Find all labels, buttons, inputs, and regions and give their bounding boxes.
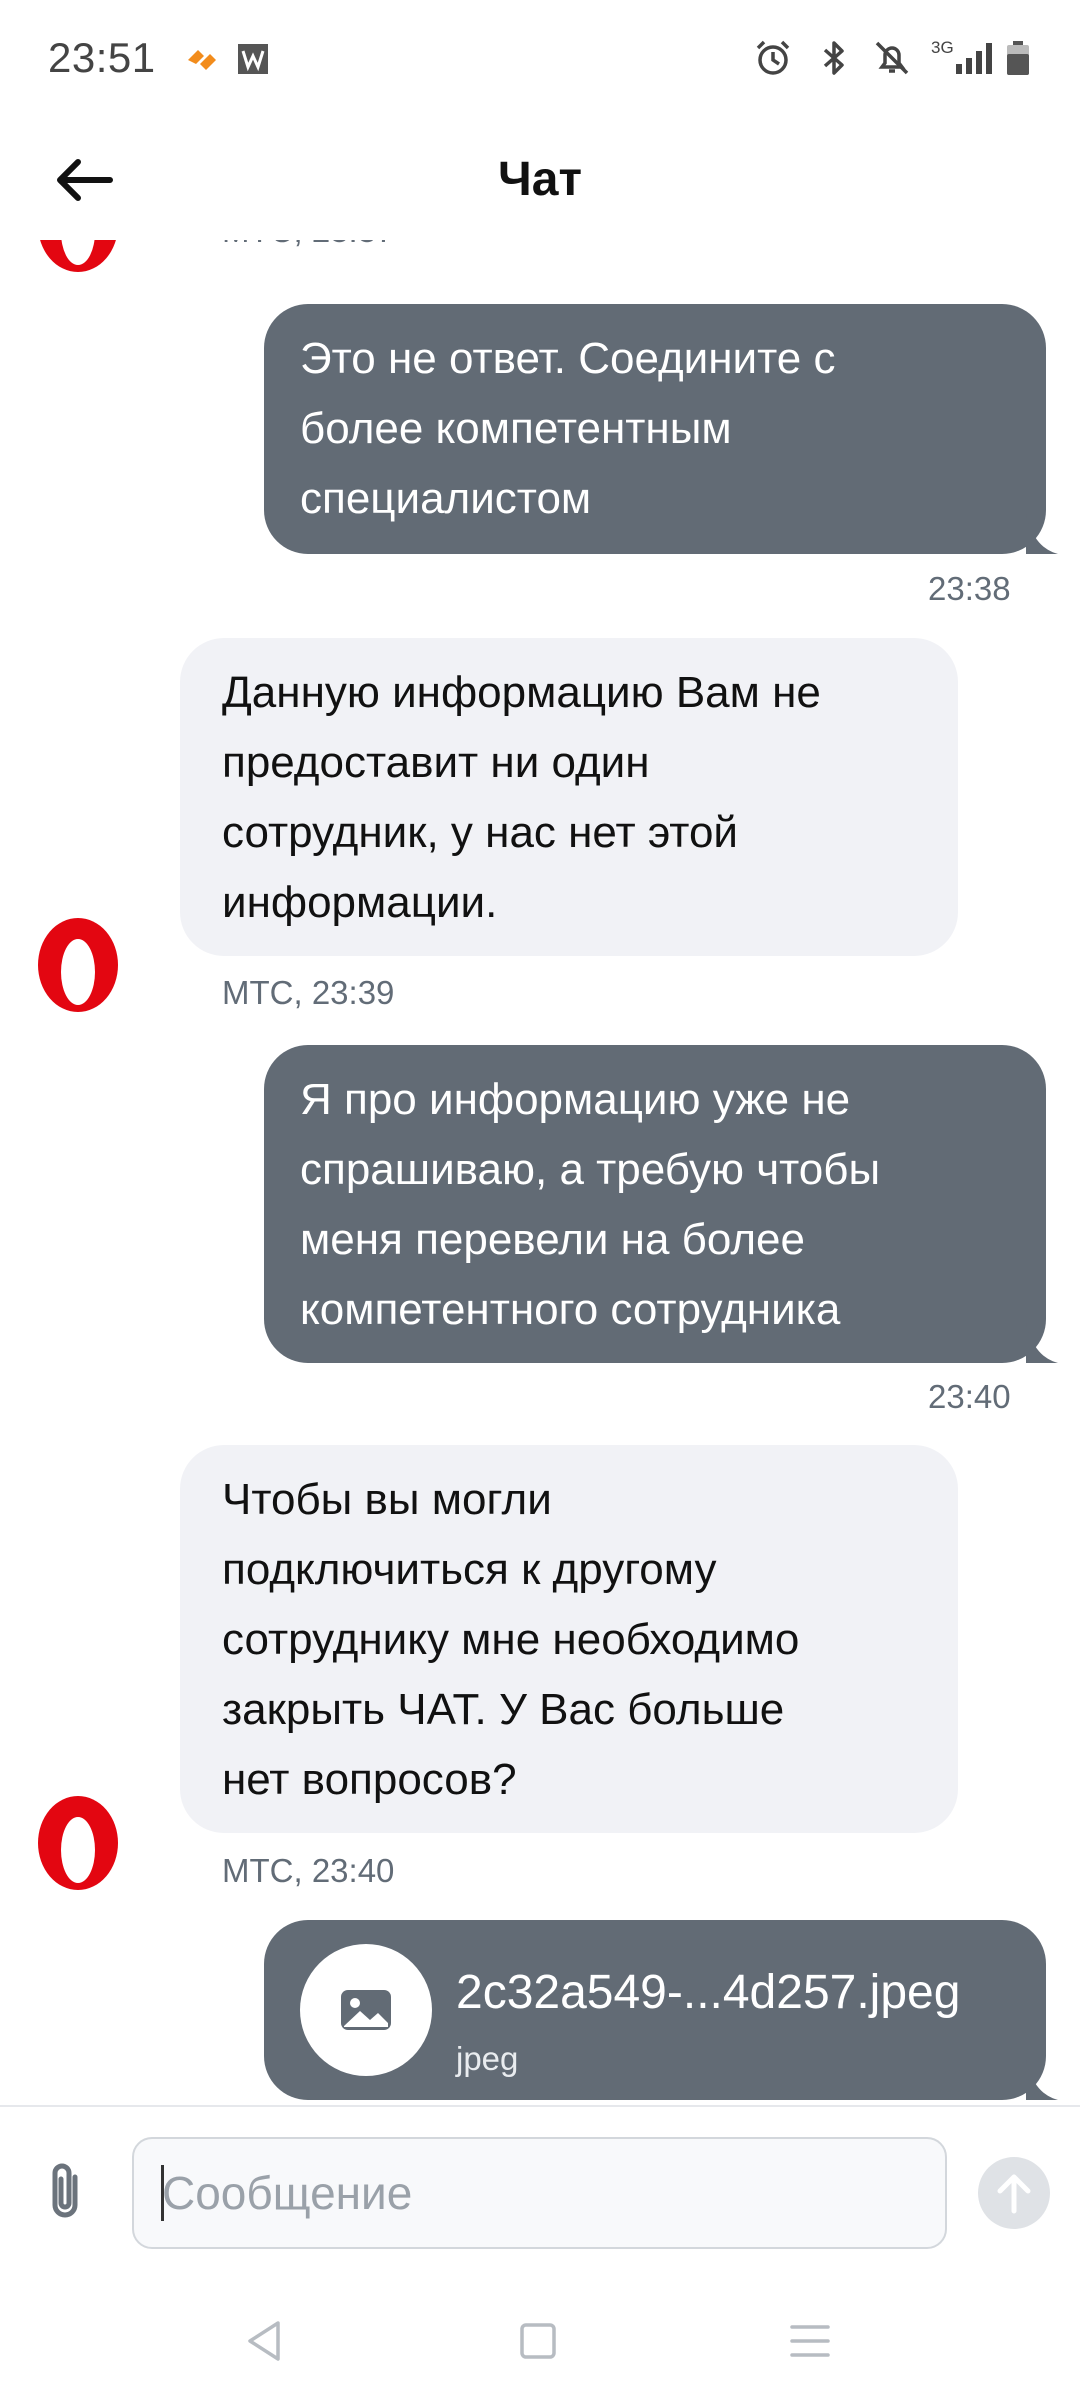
bubble-tail bbox=[1026, 1323, 1058, 1363]
mts-avatar bbox=[23, 910, 133, 1020]
bluetooth-icon bbox=[823, 41, 844, 75]
menu-icon bbox=[790, 2325, 830, 2357]
outgoing-attachment[interactable]: 2c32a549-...4d257.jpeg jpeg bbox=[264, 1920, 1046, 2100]
text-cursor bbox=[161, 2165, 164, 2221]
notification-app-icon bbox=[188, 50, 216, 70]
network-type-label: 3G bbox=[931, 38, 954, 57]
nav-menu-button[interactable] bbox=[780, 2311, 840, 2371]
message-input[interactable] bbox=[132, 2137, 947, 2249]
send-button[interactable] bbox=[978, 2157, 1050, 2229]
attachment-thumbnail[interactable] bbox=[300, 1944, 432, 2076]
message-meta: МТС, 23:39 bbox=[222, 974, 395, 1011]
chat-messages[interactable]: МТС, 23:37 Это не ответ. Соедините с бол… bbox=[0, 240, 1080, 2105]
system-nav-bar bbox=[0, 2275, 1080, 2408]
bubble-tail bbox=[1026, 514, 1058, 554]
message-text: Я про информацию уже не спрашиваю, а тре… bbox=[300, 1075, 881, 1334]
attachment-file-type: jpeg bbox=[456, 2040, 519, 2077]
message-composer bbox=[0, 2105, 1080, 2275]
attachment-file-name: 2c32a549-...4d257.jpeg bbox=[456, 1966, 961, 2019]
mts-avatar bbox=[23, 240, 133, 280]
nav-back-button[interactable] bbox=[234, 2311, 294, 2371]
page-title: Чат bbox=[498, 153, 582, 206]
incoming-message[interactable]: Данную информацию Вам не предоставит ни … bbox=[180, 638, 958, 956]
triangle-back-icon bbox=[248, 2321, 280, 2361]
battery-icon bbox=[1007, 41, 1029, 75]
incoming-message[interactable]: Чтобы вы могли подключиться к другому со… bbox=[180, 1445, 958, 1833]
nav-home-button[interactable] bbox=[508, 2311, 568, 2371]
status-time: 23:51 bbox=[48, 34, 156, 81]
image-icon bbox=[341, 1990, 391, 2030]
bubble-tail bbox=[1026, 2060, 1058, 2100]
outgoing-message[interactable]: Я про информацию уже не спрашиваю, а тре… bbox=[264, 1045, 1046, 1363]
message-meta: МТС, 23:37 bbox=[222, 240, 394, 250]
message-text: Чтобы вы могли подключиться к другому со… bbox=[222, 1475, 800, 1804]
chat-header: Чат bbox=[0, 120, 1080, 240]
outgoing-message[interactable]: Это не ответ. Соедините с более компетен… bbox=[264, 304, 1046, 554]
signal-icon bbox=[956, 43, 992, 74]
paperclip-icon bbox=[52, 2163, 78, 2218]
message-time: 23:40 bbox=[928, 1378, 1011, 1415]
arrow-up-icon bbox=[997, 2174, 1031, 2214]
square-home-icon bbox=[520, 2323, 556, 2359]
mute-icon bbox=[875, 41, 909, 75]
notification-w-icon bbox=[238, 44, 268, 74]
mts-avatar bbox=[23, 1788, 133, 1898]
alarm-icon bbox=[756, 40, 790, 75]
message-text: Данную информацию Вам не предоставит ни … bbox=[222, 668, 821, 927]
attach-button[interactable] bbox=[34, 2157, 96, 2227]
status-bar: 23:51 3G bbox=[0, 0, 1080, 120]
message-time: 23:38 bbox=[928, 570, 1011, 607]
message-text: Это не ответ. Соедините с более компетен… bbox=[300, 334, 836, 523]
message-meta: МТС, 23:40 bbox=[222, 1852, 395, 1889]
